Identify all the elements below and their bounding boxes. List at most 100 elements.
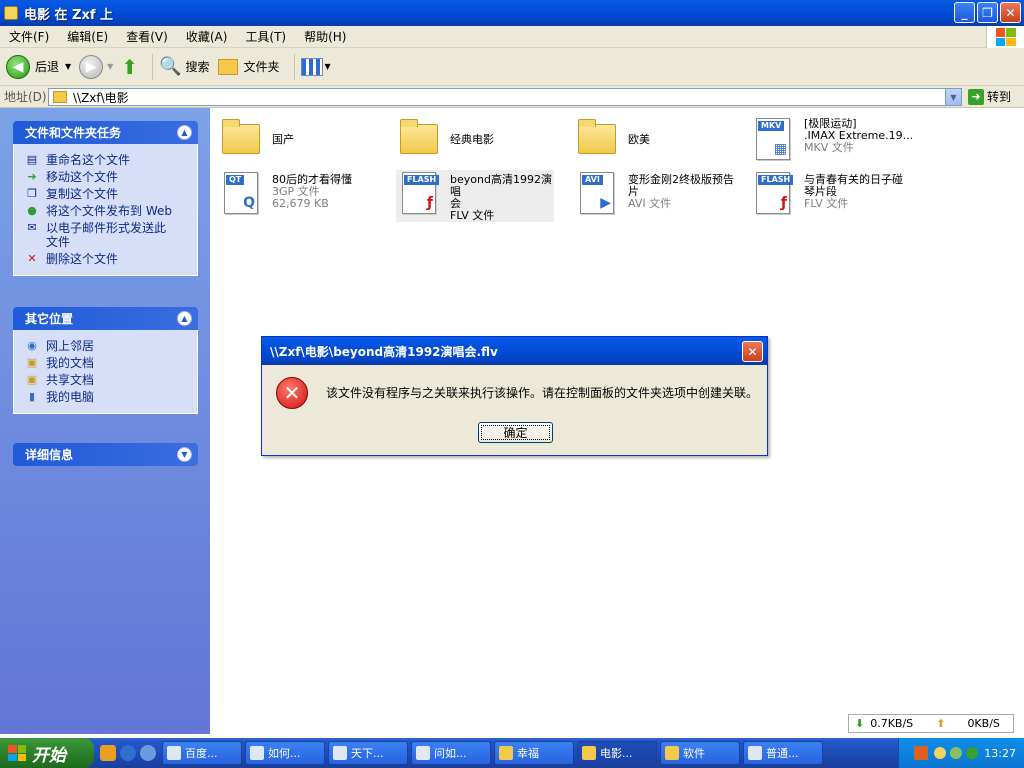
tray-icon[interactable] <box>950 747 963 759</box>
menu-edit[interactable]: 编辑(E) <box>58 28 117 45</box>
dialog-close-button[interactable]: ✕ <box>742 341 763 362</box>
folder-icon <box>582 746 596 760</box>
file-tasks-body: ▤ 重命名这个文件 ➜ 移动这个文件 ❐ 复制这个文件 ● 将这个文件发布到 Web ✉… <box>13 144 198 276</box>
taskbar-item[interactable]: 问如... <box>411 741 491 765</box>
address-dropdown-button[interactable]: ▼ <box>945 89 961 105</box>
file-size: 62,679 KB <box>272 197 329 210</box>
task-rename[interactable]: ▤ 重命名这个文件 <box>24 153 191 167</box>
file-badge: AVI <box>582 175 603 185</box>
file-item[interactable]: QT Q 80后的才看得懂 3GP 文件 62,679 KB <box>218 170 388 218</box>
ie-icon <box>333 746 347 760</box>
file-tasks-header[interactable]: 文件和文件夹任务 ▲ <box>13 121 198 144</box>
file-item-selected[interactable]: FLASH ƒ beyond高清1992演唱 会 FLV 文件 <box>396 170 554 222</box>
menu-file[interactable]: 文件(F) <box>0 28 58 45</box>
tray-icon[interactable] <box>934 747 947 759</box>
taskbar: 开始 百度... 如何... 天下... 问如... 幸福 电影... 软件 普… <box>0 738 1024 768</box>
up-button[interactable]: ⬆ <box>121 55 138 79</box>
place-network[interactable]: ◉ 网上邻居 <box>24 339 191 353</box>
file-item[interactable]: 国产 <box>218 116 388 164</box>
ie-icon[interactable] <box>120 745 136 761</box>
taskbar-item[interactable]: 幸福 <box>494 741 574 765</box>
menu-favorites[interactable]: 收藏(A) <box>177 28 237 45</box>
back-button[interactable]: ◀ 后退 ▼ <box>6 54 71 79</box>
sogou-icon[interactable] <box>914 746 929 760</box>
file-item[interactable]: 经典电影 <box>396 116 566 164</box>
file-type: AVI 文件 <box>628 197 672 210</box>
task-copy-label: 复制这个文件 <box>46 187 119 201</box>
file-name: 变形金刚2终极版预告 <box>628 173 734 186</box>
start-button[interactable]: 开始 <box>0 738 94 768</box>
start-label: 开始 <box>32 745 66 766</box>
task-move[interactable]: ➜ 移动这个文件 <box>24 170 191 184</box>
notepad-icon <box>748 746 762 760</box>
folders-button[interactable]: 文件夹 <box>217 58 280 75</box>
computer-icon: ▮ <box>28 390 36 403</box>
task-email[interactable]: ✉ 以电子邮件形式发送此文件 <box>24 221 191 249</box>
file-type: FLV 文件 <box>450 209 495 222</box>
dialog-titlebar[interactable]: \\Zxf\电影\beyond高清1992演唱会.flv <box>262 337 767 365</box>
maximize-button[interactable]: ❐ <box>977 2 998 23</box>
flash-file-icon: FLASH ƒ <box>750 170 798 218</box>
details-header[interactable]: 详细信息 ▼ <box>13 443 198 466</box>
taskbar-item-active[interactable]: 电影... <box>577 741 657 765</box>
search-icon: 🔍 <box>159 56 182 77</box>
file-item[interactable]: 欧美 <box>574 116 744 164</box>
file-item[interactable]: AVI ▶ 变形金刚2终极版预告 片 AVI 文件 <box>574 170 744 218</box>
go-button[interactable]: ➜ 转到 <box>968 88 1011 105</box>
back-label: 后退 <box>35 60 60 74</box>
file-badge: FLASH <box>404 175 440 185</box>
task-delete[interactable]: ✕ 删除这个文件 <box>24 252 191 266</box>
collapse-icon[interactable]: ▲ <box>177 125 192 140</box>
taskbar-item[interactable]: 普通... <box>743 741 823 765</box>
other-places-header[interactable]: 其它位置 ▲ <box>13 307 198 330</box>
taskbar-item[interactable]: 如何... <box>245 741 325 765</box>
file-type: FLV 文件 <box>804 197 849 210</box>
media-icon[interactable] <box>140 745 156 761</box>
taskbar-item[interactable]: 天下... <box>328 741 408 765</box>
collapse-icon[interactable]: ▲ <box>177 311 192 326</box>
download-speed: 0.7KB/S <box>870 717 914 730</box>
menu-tools[interactable]: 工具(T) <box>236 28 295 45</box>
taskbar-item[interactable]: 软件 <box>660 741 740 765</box>
chevron-down-icon[interactable]: ▼ <box>65 62 71 71</box>
folder-icon <box>396 116 444 164</box>
address-label: 地址(D) <box>4 90 47 104</box>
place-shared-label: 共享文档 <box>46 373 95 387</box>
flash-file-icon: FLASH ƒ <box>396 170 444 218</box>
minimize-button[interactable]: _ <box>954 2 975 23</box>
clock[interactable]: 13:27 <box>984 747 1016 760</box>
taskbar-item-label: 天下... <box>351 747 384 760</box>
file-item[interactable]: MKV ▦ [极限运动] .IMAX Extreme.19... MKV 文件 <box>750 116 920 164</box>
details-title: 详细信息 <box>25 448 74 462</box>
menu-help[interactable]: 帮助(H) <box>295 28 355 45</box>
search-label: 搜索 <box>185 60 210 74</box>
file-badge: MKV <box>758 121 785 131</box>
up-folder-icon: ⬆ <box>121 54 139 79</box>
address-input[interactable]: \\Zxf\电影 ▼ <box>48 88 962 106</box>
task-publish-web[interactable]: ● 将这个文件发布到 Web <box>24 204 191 218</box>
file-item[interactable]: FLASH ƒ 与青春有关的日子碰 琴片段 FLV 文件 <box>750 170 920 218</box>
place-my-computer[interactable]: ▮ 我的电脑 <box>24 390 191 404</box>
chevron-down-icon: ▼ <box>324 62 331 71</box>
search-button[interactable]: 🔍 搜索 <box>159 56 209 77</box>
menu-view[interactable]: 查看(V) <box>117 28 177 45</box>
taskbar-item[interactable]: 百度... <box>162 741 242 765</box>
qq-icon[interactable] <box>100 745 116 761</box>
task-move-label: 移动这个文件 <box>46 170 119 184</box>
place-shared-documents[interactable]: ▣ 共享文档 <box>24 373 191 387</box>
forward-button[interactable]: ▶ ▼ <box>79 54 113 79</box>
close-button[interactable]: ✕ <box>1000 2 1021 23</box>
views-button[interactable]: ▼ <box>300 57 331 76</box>
address-bar: 地址(D) \\Zxf\电影 ▼ ➜ 转到 <box>0 86 1024 108</box>
place-computer-label: 我的电脑 <box>46 390 95 404</box>
task-copy[interactable]: ❐ 复制这个文件 <box>24 187 191 201</box>
delete-icon: ✕ <box>27 252 37 265</box>
go-label: 转到 <box>987 90 1012 104</box>
place-my-documents-label: 我的文档 <box>46 356 95 370</box>
ok-button[interactable]: 确定 <box>478 422 553 443</box>
place-my-documents[interactable]: ▣ 我的文档 <box>24 356 191 370</box>
security-icon[interactable] <box>966 747 979 759</box>
expand-icon[interactable]: ▼ <box>177 447 192 462</box>
window-titlebar[interactable]: 电影 在 Zxf 上 _ ❐ ✕ <box>0 0 1024 26</box>
chevron-down-icon[interactable]: ▼ <box>107 62 113 71</box>
